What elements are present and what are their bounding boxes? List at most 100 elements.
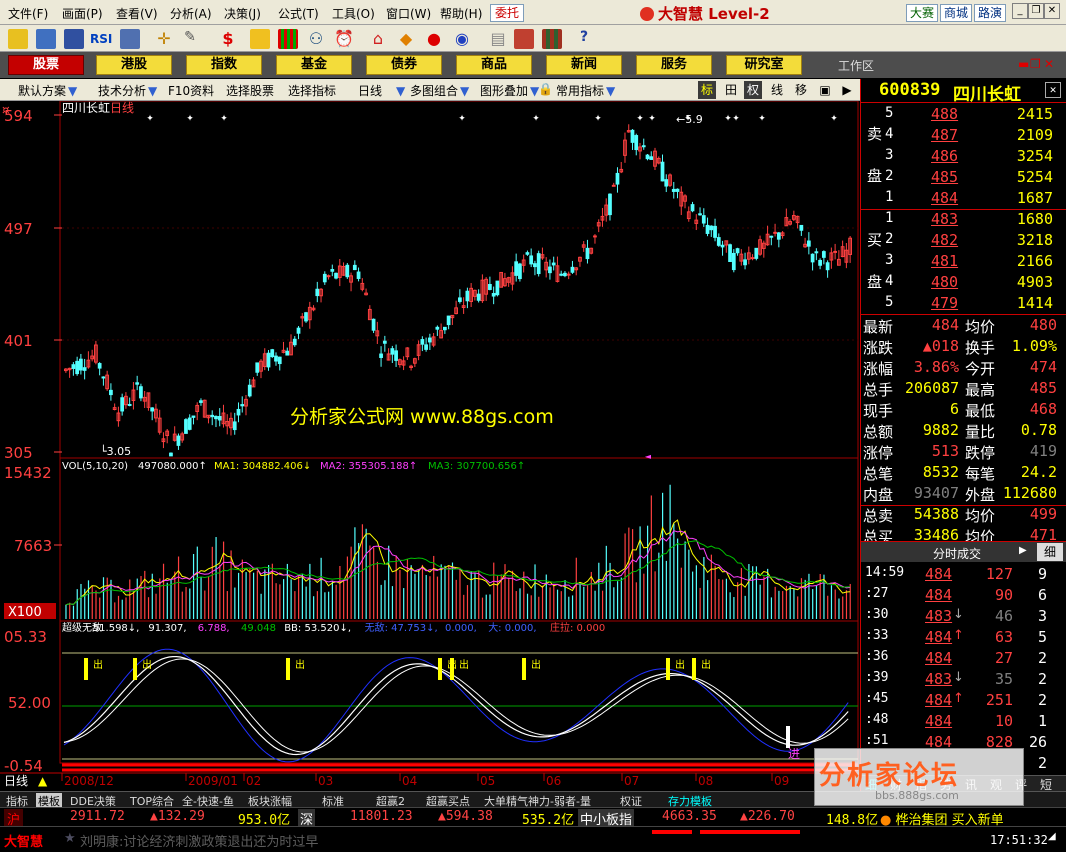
menu-help[interactable]: 帮助(H)	[440, 5, 482, 22]
select-stock-button[interactable]: 选择股票	[226, 82, 274, 99]
minimize-icon[interactable]: _	[1012, 3, 1028, 19]
panel-close-icon[interactable]: ✕	[1045, 82, 1061, 98]
toggle-grid-icon[interactable]: 田	[722, 81, 740, 99]
folder-icon[interactable]	[8, 29, 28, 49]
sell-price[interactable]: 486	[931, 147, 958, 165]
panel-close-icon[interactable]: ✕	[1044, 57, 1054, 71]
sell-signal-label: 出	[675, 658, 685, 671]
toggle-move[interactable]: 移	[792, 81, 810, 99]
tick-time: 14:59	[865, 565, 905, 580]
volume-bar	[842, 596, 844, 619]
toggle-mark[interactable]: 标	[698, 81, 716, 99]
restore-icon[interactable]: ❐	[1028, 3, 1044, 19]
candle-body	[773, 231, 777, 234]
nav-fund[interactable]: 基金	[276, 55, 352, 75]
table-icon[interactable]	[120, 29, 140, 49]
menu-tools[interactable]: 工具(O)	[332, 5, 375, 22]
panel-restore-icon[interactable]: ❐	[1030, 57, 1041, 71]
news-scroller[interactable]: 刘明康:讨论经济刺激政策退出还为时过早	[80, 831, 318, 850]
ruler-icon[interactable]: ✎	[180, 29, 200, 49]
divider	[861, 102, 1066, 103]
menu-decision[interactable]: 决策(J)	[224, 5, 261, 22]
nav-hk-stocks[interactable]: 港股	[96, 55, 172, 75]
menu-screen[interactable]: 画面(P)	[62, 5, 103, 22]
nav-research[interactable]: 研究室	[726, 55, 802, 75]
common-indicator-dropdown[interactable]: 常用指标 ▼	[556, 82, 615, 99]
volume-bar	[373, 547, 375, 619]
diamond-icon[interactable]: ◆	[396, 29, 416, 49]
buy-price[interactable]: 481	[931, 252, 958, 270]
binocular-icon[interactable]: ⚇	[306, 29, 326, 49]
globe-icon[interactable]: ◉	[452, 29, 472, 49]
multi-chart-dropdown[interactable]: 多图组合 ▼	[410, 82, 469, 99]
nav-index[interactable]: 指数	[186, 55, 262, 75]
link-mall[interactable]: 商城	[940, 4, 972, 22]
nav-commodity[interactable]: 商品	[456, 55, 532, 75]
toggle-line[interactable]: 线	[768, 81, 786, 99]
candle-body	[675, 188, 680, 192]
period-indicator[interactable]: 日线	[4, 774, 28, 788]
grid-icon[interactable]	[64, 29, 84, 49]
nav-news[interactable]: 新闻	[546, 55, 622, 75]
delegate-button[interactable]: 委托	[490, 4, 524, 22]
f10-button[interactable]: F10资料	[168, 82, 214, 99]
period-dropdown[interactable]: 日线 ▼	[358, 82, 405, 99]
volume-bar	[200, 576, 202, 619]
candle-body	[285, 350, 290, 356]
dropdown-arrow-icon: ▼	[68, 84, 78, 98]
link-roadshow[interactable]: 路演	[974, 4, 1006, 22]
sell-price[interactable]: 485	[931, 168, 958, 186]
menu-file[interactable]: 文件(F)	[8, 5, 48, 22]
candle-body	[608, 193, 612, 216]
notes-icon[interactable]: ▤	[488, 29, 508, 49]
tech-analysis-dropdown[interactable]: 技术分析 ▼	[98, 82, 157, 99]
select-indicator-button[interactable]: 选择指标	[288, 82, 336, 99]
sell-price[interactable]: 484	[931, 189, 958, 207]
buy-price[interactable]: 483	[931, 210, 958, 228]
toggle-rights[interactable]: 权	[744, 81, 762, 99]
toggle-window-icon[interactable]: ▣	[816, 81, 834, 99]
overlay-dropdown[interactable]: 图形叠加 ▼	[480, 82, 539, 99]
home-icon[interactable]: ⌂	[368, 29, 388, 49]
volume-bar	[564, 580, 566, 619]
nav-stocks[interactable]: 股票	[8, 55, 84, 75]
detail-button[interactable]: 细	[1037, 543, 1063, 561]
link-contest[interactable]: 大赛	[906, 4, 938, 22]
help-icon[interactable]: ?	[574, 29, 594, 49]
buy-volume: 1680	[1016, 210, 1053, 228]
menu-formula[interactable]: 公式(T)	[278, 5, 319, 22]
buy-price[interactable]: 479	[931, 294, 958, 312]
volume-bar	[106, 577, 108, 619]
candle-body	[352, 264, 357, 271]
menu-window[interactable]: 窗口(W)	[386, 5, 431, 22]
volume-bar	[748, 564, 750, 619]
panel-min-icon[interactable]: ▬	[1018, 57, 1029, 71]
signal-icon[interactable]	[250, 29, 270, 49]
sell-price[interactable]: 487	[931, 126, 958, 144]
bars-icon[interactable]	[278, 29, 298, 49]
alarm-icon[interactable]: ⏰	[334, 29, 354, 49]
close-icon[interactable]: ✕	[1044, 3, 1060, 19]
workspace-label[interactable]: 工作区	[838, 57, 874, 74]
lock-icon[interactable]: 🔒	[538, 82, 553, 96]
scheme-dropdown[interactable]: 默认方案 ▼	[18, 82, 77, 99]
menu-view[interactable]: 查看(V)	[116, 5, 158, 22]
chart-window-icon[interactable]	[36, 29, 56, 49]
buy-price[interactable]: 482	[931, 231, 958, 249]
sell-price[interactable]: 488	[931, 105, 958, 123]
record-icon[interactable]: ●	[424, 29, 444, 49]
candle-body	[488, 283, 492, 290]
nav-bond[interactable]: 债券	[366, 55, 442, 75]
rsi-icon[interactable]: RSI	[90, 29, 114, 49]
toggle-play-icon[interactable]: ▶	[838, 81, 856, 99]
menu-analysis[interactable]: 分析(A)	[170, 5, 212, 22]
dollar-icon[interactable]: $	[218, 29, 238, 49]
calendar-icon[interactable]	[514, 29, 534, 49]
nav-service[interactable]: 服务	[636, 55, 712, 75]
books-icon[interactable]	[542, 29, 562, 49]
volume-bar	[99, 597, 101, 619]
crosshair-icon[interactable]: ✛	[154, 29, 174, 49]
buy-price[interactable]: 480	[931, 273, 958, 291]
kline-chart[interactable]: 四川长虹 日线¤594497401305←5.9└3.05✦ ✦ ✦ ✦ ✦ ✦ ✦ ✦ ✦ ✦ ✦ ✦…	[0, 101, 860, 791]
tick-nav-arrow-icon[interactable]: ▶	[1019, 545, 1027, 556]
